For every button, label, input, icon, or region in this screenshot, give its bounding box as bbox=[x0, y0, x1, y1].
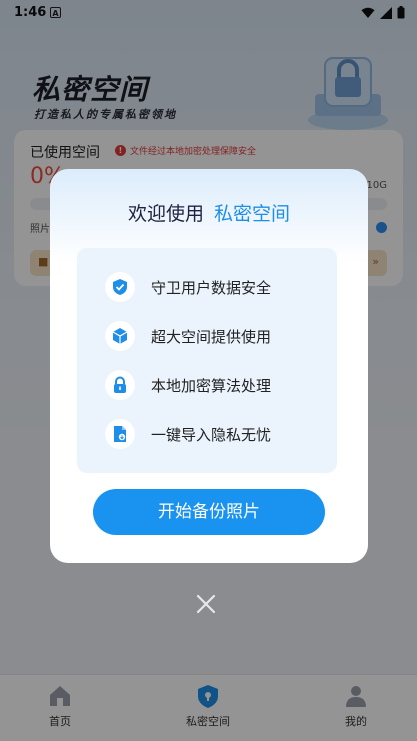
feature-item: 守卫用户数据安全 bbox=[105, 272, 271, 302]
feature-list: 守卫用户数据安全 超大空间提供使用 本地加密算法处理 一键导入隐私无忧 bbox=[77, 248, 337, 473]
feature-text: 守卫用户数据安全 bbox=[151, 278, 272, 297]
feature-item: 超大空间提供使用 bbox=[105, 321, 271, 351]
dialog-title-prefix: 欢迎使用 bbox=[127, 203, 204, 225]
cube-icon bbox=[105, 321, 135, 351]
feature-text: 超大空间提供使用 bbox=[151, 327, 272, 346]
shield-check-icon bbox=[105, 272, 135, 302]
feature-item: 本地加密算法处理 bbox=[105, 370, 271, 400]
feature-text: 本地加密算法处理 bbox=[151, 376, 272, 395]
close-icon[interactable] bbox=[194, 592, 218, 616]
dialog-title-accent: 私密空间 bbox=[214, 203, 291, 225]
lock-icon bbox=[105, 370, 135, 400]
dialog-title: 欢迎使用 私密空间 bbox=[50, 199, 368, 226]
feature-item: 一键导入隐私无忧 bbox=[105, 419, 271, 449]
feature-text: 一键导入隐私无忧 bbox=[151, 425, 272, 444]
file-import-icon bbox=[105, 419, 135, 449]
welcome-dialog: 欢迎使用 私密空间 守卫用户数据安全 超大空间提供使用 本地加密算法处理 一键导入… bbox=[50, 169, 368, 563]
start-backup-button[interactable]: 开始备份照片 bbox=[93, 489, 325, 535]
